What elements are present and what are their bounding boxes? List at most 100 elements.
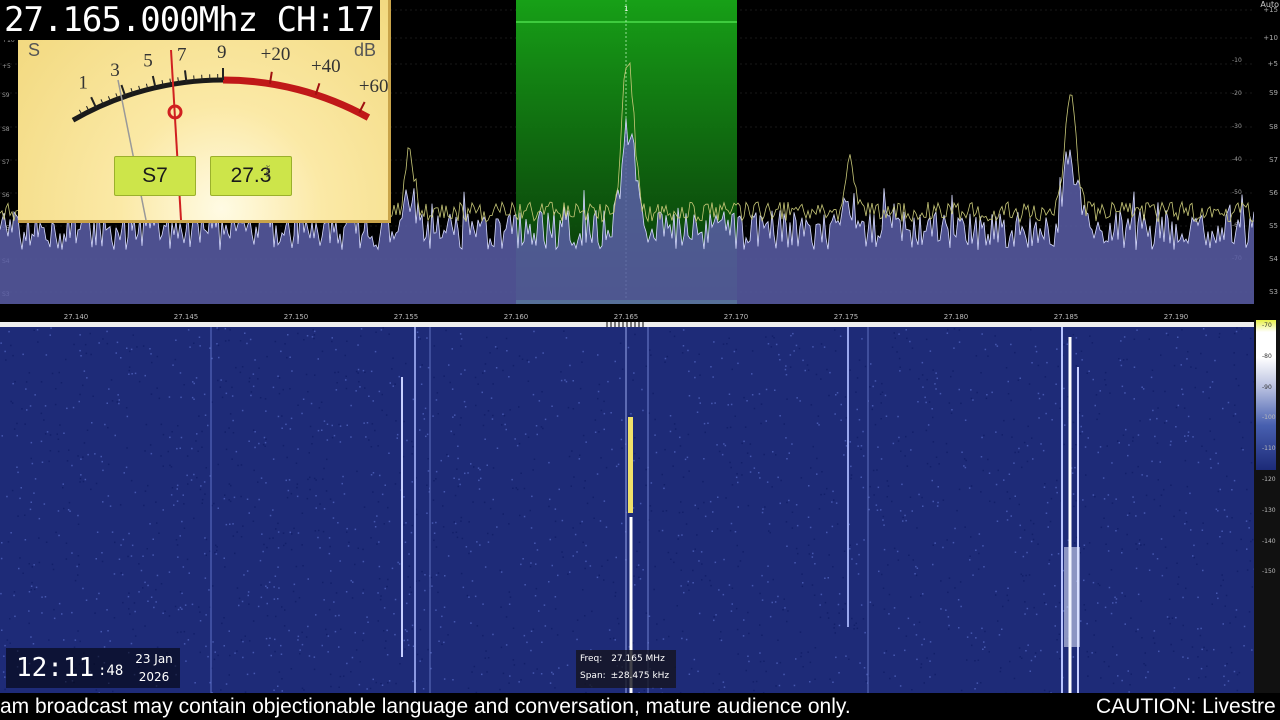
waterfall-noise-dot bbox=[41, 596, 43, 598]
waterfall-noise-dot bbox=[474, 376, 477, 379]
waterfall-noise-dot bbox=[130, 348, 133, 351]
waterfall-display[interactable] bbox=[0, 327, 1254, 693]
waterfall-noise-dot bbox=[849, 548, 851, 550]
waterfall-noise-dot bbox=[1, 435, 3, 437]
waterfall-noise-dot bbox=[842, 608, 844, 610]
waterfall-noise-dot bbox=[652, 392, 654, 395]
waterfall-noise-dot bbox=[1233, 332, 1236, 335]
waterfall-noise-dot bbox=[717, 496, 719, 498]
waterfall-noise-dot bbox=[98, 342, 100, 344]
waterfall-noise-dot bbox=[1141, 386, 1143, 388]
waterfall-noise-dot bbox=[1153, 630, 1156, 632]
waterfall-noise-dot bbox=[978, 552, 980, 555]
waterfall-noise-dot bbox=[698, 612, 701, 615]
waterfall-noise-dot bbox=[262, 443, 265, 446]
waterfall-noise-dot bbox=[282, 444, 285, 447]
waterfall-noise-dot bbox=[937, 501, 939, 504]
waterfall-noise-dot bbox=[733, 350, 736, 353]
waterfall-noise-dot bbox=[1010, 515, 1012, 517]
waterfall-noise-dot bbox=[1025, 574, 1027, 577]
waterfall-noise-dot bbox=[680, 585, 682, 587]
waterfall-noise-dot bbox=[59, 424, 61, 426]
waterfall-noise-dot bbox=[205, 467, 207, 469]
waterfall-noise-dot bbox=[1098, 413, 1101, 415]
waterfall-noise-dot bbox=[1123, 336, 1126, 338]
waterfall-noise-dot bbox=[370, 537, 372, 539]
waterfall-noise-dot bbox=[584, 615, 586, 617]
waterfall-noise-dot bbox=[378, 541, 380, 543]
waterfall-noise-dot bbox=[548, 581, 550, 583]
waterfall-noise-dot bbox=[1182, 656, 1184, 658]
waterfall-noise-dot bbox=[1157, 479, 1159, 481]
waterfall-noise-dot bbox=[485, 650, 487, 652]
waterfall-noise-dot bbox=[1132, 436, 1134, 439]
waterfall-noise-dot bbox=[183, 384, 185, 386]
spectrum-scale-label: S6 bbox=[1269, 189, 1278, 197]
waterfall-noise-dot bbox=[850, 477, 852, 480]
waterfall-noise-dot bbox=[1047, 526, 1049, 528]
clock-date-day: 23 Jan bbox=[135, 652, 173, 666]
waterfall-noise-dot bbox=[877, 486, 880, 489]
channel-marker: 1 bbox=[624, 5, 628, 13]
waterfall-noise-dot bbox=[911, 510, 913, 512]
waterfall-noise-dot bbox=[1031, 362, 1033, 364]
waterfall-noise-dot bbox=[127, 555, 129, 558]
waterfall-noise-dot bbox=[789, 354, 792, 356]
waterfall-noise-dot bbox=[495, 367, 498, 369]
waterfall-noise-dot bbox=[1193, 556, 1195, 559]
waterfall-noise-dot bbox=[742, 635, 745, 637]
waterfall-noise-dot bbox=[474, 595, 477, 598]
waterfall-noise-dot bbox=[712, 511, 714, 513]
waterfall-noise-dot bbox=[676, 605, 678, 607]
waterfall-noise-dot bbox=[1049, 520, 1052, 523]
waterfall-noise-dot bbox=[134, 491, 137, 494]
waterfall-noise-dot bbox=[435, 546, 438, 548]
waterfall-colorbar[interactable]: -70 -80 -90 -100 -110 -120 -130 -140 -150 bbox=[1254, 320, 1280, 693]
waterfall-noise-dot bbox=[368, 439, 370, 441]
waterfall-noise-dot bbox=[223, 557, 225, 559]
waterfall-noise-dot bbox=[482, 634, 484, 637]
waterfall-noise-dot bbox=[476, 541, 478, 543]
waterfall-noise-dot bbox=[242, 525, 244, 527]
waterfall-noise-dot bbox=[79, 393, 81, 396]
waterfall-noise-dot bbox=[685, 638, 688, 641]
waterfall-noise-dot bbox=[374, 350, 377, 353]
waterfall-noise-dot bbox=[388, 452, 390, 454]
waterfall-noise-dot bbox=[767, 581, 769, 583]
waterfall-noise-dot bbox=[522, 558, 524, 560]
waterfall-noise-dot bbox=[831, 525, 834, 528]
waterfall-noise-dot bbox=[1083, 544, 1086, 546]
waterfall-noise-dot bbox=[478, 488, 481, 490]
waterfall-noise-dot bbox=[692, 582, 694, 584]
waterfall-noise-dot bbox=[313, 656, 316, 658]
waterfall-noise-dot bbox=[345, 591, 348, 593]
waterfall-noise-dot bbox=[528, 361, 530, 363]
waterfall-noise-dot bbox=[1044, 376, 1047, 378]
waterfall-noise-dot bbox=[296, 486, 298, 489]
waterfall-noise-dot bbox=[544, 418, 547, 421]
waterfall-noise-dot bbox=[1022, 555, 1025, 558]
waterfall-noise-dot bbox=[229, 413, 232, 415]
waterfall-noise-dot bbox=[1188, 678, 1190, 680]
waterfall-noise-dot bbox=[1185, 512, 1187, 514]
waterfall-noise-dot bbox=[682, 329, 685, 331]
waterfall-noise-dot bbox=[363, 506, 366, 508]
waterfall-noise-dot bbox=[1094, 495, 1096, 498]
waterfall-noise-dot bbox=[810, 467, 812, 469]
waterfall-noise-dot bbox=[1096, 418, 1098, 421]
waterfall-noise-dot bbox=[440, 459, 442, 462]
waterfall-noise-dot bbox=[837, 603, 840, 606]
waterfall-noise-dot bbox=[701, 563, 703, 565]
waterfall-noise-dot bbox=[1056, 348, 1058, 350]
waterfall-noise-dot bbox=[908, 554, 910, 556]
waterfall-noise-dot bbox=[244, 332, 246, 334]
waterfall-noise-dot bbox=[406, 439, 408, 442]
waterfall-noise-dot bbox=[1043, 486, 1046, 488]
waterfall-noise-dot bbox=[484, 566, 487, 568]
waterfall-noise-dot bbox=[996, 520, 999, 522]
waterfall-noise-dot bbox=[681, 637, 683, 640]
waterfall-noise-dot bbox=[421, 570, 423, 573]
waterfall-noise-dot bbox=[1224, 605, 1226, 607]
waterfall-noise-dot bbox=[1232, 415, 1235, 417]
waterfall-noise-dot bbox=[765, 670, 767, 673]
